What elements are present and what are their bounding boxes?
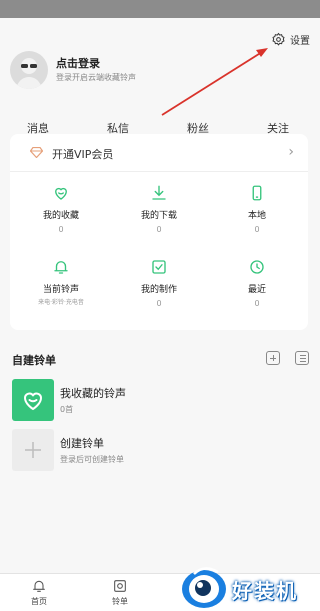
vip-label: 开通VIP会员 — [52, 148, 114, 161]
grid-item-count: 0 — [254, 299, 260, 308]
grid-item-local[interactable]: 本地 0 — [212, 184, 302, 234]
playlist-item-favorites[interactable]: 我收藏的铃声 0首 — [12, 379, 308, 421]
grid-item-current-ringtone[interactable]: 当前铃声 来电·彩铃·充电音 — [16, 258, 106, 306]
watermark: 好装机 — [180, 562, 320, 611]
heart-icon — [55, 187, 67, 200]
bell-icon — [33, 580, 45, 592]
avatar[interactable] — [10, 51, 48, 89]
watermark-logo-icon — [182, 567, 226, 608]
heart-icon — [23, 392, 43, 411]
grid-item-recent[interactable]: 最近 0 — [212, 258, 302, 308]
grid-item-downloads[interactable]: 我的下载 0 — [114, 184, 204, 234]
playlist-cover — [12, 429, 54, 471]
grid-item-count: 0 — [58, 225, 64, 234]
nav-item-home[interactable]: 首页 — [9, 578, 69, 607]
phone-icon — [252, 185, 262, 201]
feature-card: 开通VIP会员 › 我的收藏 0 我的下载 0 本地 0 当前铃声 来电·彩铃·… — [10, 134, 308, 330]
playlist-title: 创建铃单 — [60, 437, 104, 450]
clock-icon — [250, 260, 264, 274]
default-avatar-icon — [16, 58, 42, 89]
grid-item-my-creations[interactable]: 我的制作 0 — [114, 258, 204, 308]
grid-item-label: 我的下载 — [140, 211, 177, 221]
manage-list-icon[interactable] — [295, 351, 309, 365]
diamond-icon — [30, 147, 43, 158]
vip-row[interactable]: 开通VIP会员 › — [10, 134, 308, 172]
playlist-subtitle: 0首 — [60, 405, 74, 414]
plus-icon — [25, 442, 41, 458]
grid-item-label: 最近 — [247, 285, 266, 295]
grid-item-favorites[interactable]: 我的收藏 0 — [16, 184, 106, 234]
login-title[interactable]: 点击登录 — [56, 55, 100, 71]
section-title: 自建铃单 — [12, 354, 56, 367]
grid-item-subtitle: 来电·彩铃·充电音 — [38, 299, 84, 306]
grid-item-count: 0 — [254, 225, 260, 234]
nav-item-ringtone-list[interactable]: 铃单 — [90, 578, 150, 607]
chevron-right-icon: › — [288, 144, 294, 160]
download-icon — [152, 185, 166, 200]
checkbox-icon — [152, 260, 166, 274]
nav-label: 铃单 — [112, 597, 128, 606]
grid-item-label: 我的制作 — [140, 285, 177, 295]
add-playlist-icon[interactable] — [266, 351, 280, 365]
grid-item-count: 0 — [156, 225, 162, 234]
status-bar — [0, 0, 320, 18]
settings-button[interactable]: 设置 — [271, 32, 310, 47]
grid-item-label: 当前铃声 — [42, 285, 79, 295]
grid-item-count: 0 — [156, 299, 162, 308]
create-playlist-item[interactable]: 创建铃单 登录后可创建铃单 — [12, 429, 308, 471]
gear-icon — [272, 32, 285, 46]
bell-icon — [54, 261, 68, 274]
settings-label: 设置 — [290, 36, 310, 47]
watermark-text: 好装机 — [232, 579, 298, 603]
playlist-title: 我收藏的铃声 — [60, 387, 126, 400]
grid-item-label: 本地 — [247, 211, 266, 221]
login-subtitle: 登录开启云端收藏铃声 — [56, 73, 136, 82]
playlist-cover — [12, 379, 54, 421]
profile-header: 设置 点击登录 登录开启云端收藏铃声 消息 私信 粉丝 关注 — [0, 18, 320, 135]
nav-label: 首页 — [31, 597, 47, 606]
disc-icon — [114, 580, 126, 592]
grid-item-label: 我的收藏 — [42, 211, 79, 221]
playlist-subtitle: 登录后可创建铃单 — [60, 455, 124, 464]
